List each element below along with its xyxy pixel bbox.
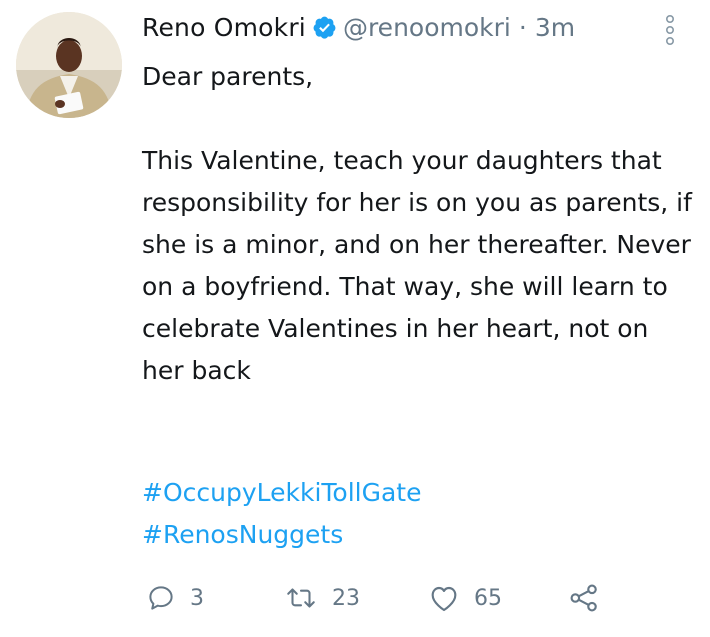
- like-button[interactable]: 65: [428, 578, 502, 618]
- vertical-ellipsis-icon[interactable]: [660, 14, 680, 46]
- author-handle[interactable]: @renoomokri: [343, 13, 511, 42]
- hashtag-link[interactable]: #RenosNuggets: [142, 514, 421, 556]
- reply-button[interactable]: 3: [146, 578, 204, 618]
- retweet-button[interactable]: 23: [284, 578, 360, 618]
- heart-icon: [428, 583, 460, 613]
- tweet-header: Reno Omokri @renoomokri · 3m: [142, 10, 575, 44]
- tweet-text: Dear parents, This Valentine, teach your…: [142, 56, 692, 392]
- retweet-count: 23: [332, 585, 360, 611]
- hashtag-link[interactable]: #OccupyLekkiTollGate: [142, 472, 421, 514]
- verified-badge-icon: [312, 15, 337, 40]
- hashtag-list: #OccupyLekkiTollGate #RenosNuggets: [142, 472, 421, 556]
- like-count: 65: [474, 585, 502, 611]
- tweet-timestamp[interactable]: 3m: [535, 13, 575, 42]
- retweet-icon: [284, 583, 318, 613]
- tweet-body: This Valentine, teach your daughters tha…: [142, 146, 692, 385]
- reply-icon: [146, 583, 176, 613]
- tweet-greeting: Dear parents,: [142, 62, 314, 91]
- separator-dot: ·: [518, 12, 527, 42]
- avatar[interactable]: [16, 12, 122, 118]
- author-name[interactable]: Reno Omokri: [142, 13, 306, 42]
- share-icon: [568, 582, 600, 614]
- share-button[interactable]: [568, 578, 600, 618]
- tweet-actions: 3 23 65: [142, 578, 612, 618]
- reply-count: 3: [190, 585, 204, 611]
